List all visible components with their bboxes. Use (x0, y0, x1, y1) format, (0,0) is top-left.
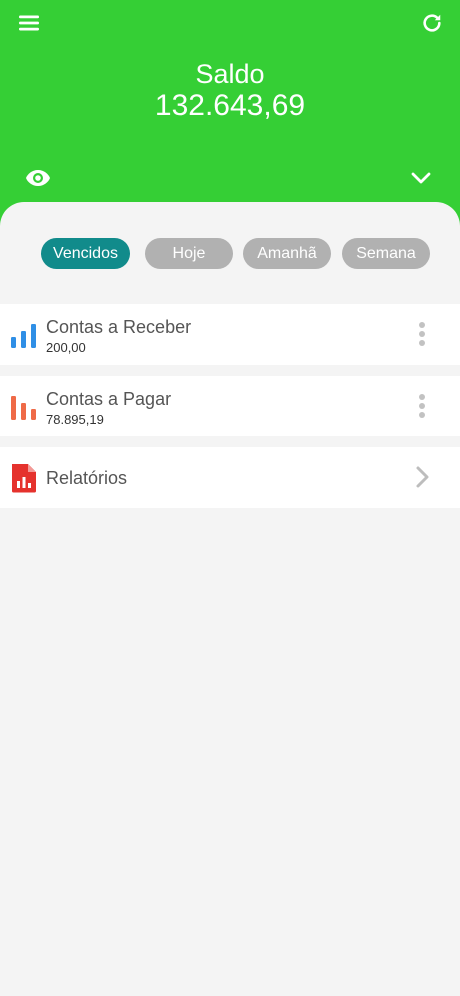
card-value: 200,00 (46, 340, 86, 355)
hamburger-menu-icon (19, 15, 39, 31)
bar-chart-up-icon (11, 324, 36, 348)
more-options-icon[interactable] (408, 318, 436, 350)
card-relatorios[interactable]: Relatórios (0, 447, 460, 508)
eye-icon (26, 170, 50, 186)
chevron-down-icon (411, 172, 431, 184)
expand-button[interactable] (405, 162, 437, 194)
more-options-icon[interactable] (408, 390, 436, 422)
chevron-right-icon (416, 466, 429, 488)
bar-chart-down-icon (11, 396, 36, 420)
report-document-icon (12, 464, 36, 493)
card-title: Contas a Pagar (46, 389, 172, 409)
menu-button[interactable] (14, 8, 44, 38)
card-contas-a-pagar[interactable]: Contas a Pagar 78.895,19 (0, 376, 460, 436)
refresh-icon (423, 14, 441, 32)
card-value: 78.895,19 (46, 412, 104, 427)
chip-vencidos[interactable]: Vencidos (41, 238, 130, 269)
toggle-visibility-button[interactable] (22, 162, 54, 194)
chip-hoje[interactable]: Hoje (145, 238, 233, 269)
header: Saldo 132.643,69 (0, 0, 460, 230)
card-title: Contas a Receber (46, 317, 192, 337)
card-contas-a-receber[interactable]: Contas a Receber 200,00 (0, 304, 460, 365)
balance-label: Saldo (195, 59, 265, 89)
chip-amanha[interactable]: Amanhã (243, 238, 331, 269)
balance-value: 132.643,69 (154, 89, 306, 122)
filter-chips: Vencidos Hoje Amanhã Semana (0, 238, 460, 270)
chip-semana[interactable]: Semana (342, 238, 430, 269)
card-title: Relatórios (46, 468, 128, 488)
refresh-button[interactable] (417, 8, 447, 38)
